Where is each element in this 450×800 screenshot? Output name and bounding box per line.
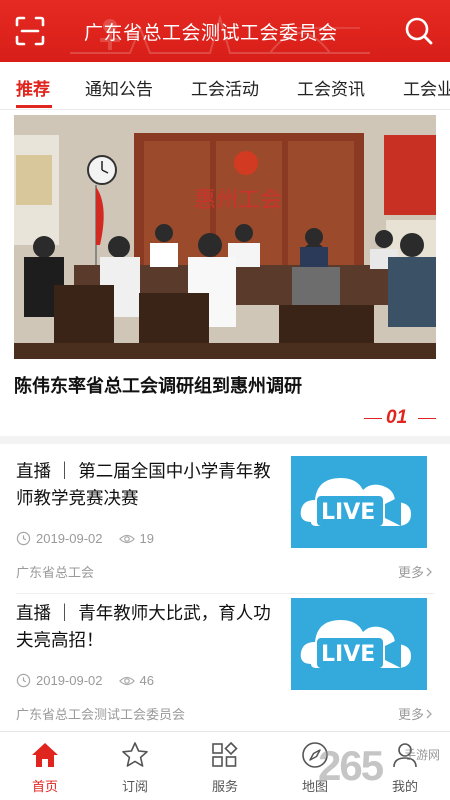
star-icon [122,742,148,767]
more-label: 更多 [397,707,424,722]
nav-map[interactable]: 地图 [270,732,360,800]
category-tabs: 推荐 通知公告 工会活动 工会资讯 工会业 [0,62,450,110]
nav-service-label: 服务 [211,779,238,794]
live-cloud-icon: LIVE [291,456,427,548]
user-icon [393,743,417,768]
header-title: 广东省总工会测试工会委员会 [84,23,338,44]
eye-icon [118,534,135,543]
index-line-right [418,418,436,419]
news-thumbnail[interactable]: LIVE [291,598,427,690]
more-link[interactable]: 更多 [398,562,434,581]
tab-business[interactable]: 工会业 [403,75,450,100]
more-label: 更多 [397,565,424,580]
news-item[interactable]: 直播 ｜ 第二届全国中小学青年教师教学竞赛决赛 LIVE 2019-09-02 … [0,444,450,594]
news-views: 19 [118,531,154,546]
grid-icon [212,741,238,767]
home-icon [32,743,58,767]
news-meta: 2019-09-02 46 [16,673,154,688]
clock-icon [16,673,31,688]
news-source: 广东省总工会 [16,565,95,580]
tab-news[interactable]: 工会资讯 [297,75,365,100]
live-label: LIVE [321,500,375,525]
chevron-right-icon [426,567,432,576]
section-separator [0,436,450,444]
bottom-navigation: 首页 订阅 服务 地图 我的 [0,731,450,800]
hero-title[interactable]: 陈伟东率省总工会调研组到惠州调研 [14,372,302,398]
news-title[interactable]: 直播 ｜ 青年教师大比武，育人功夫亮高招！ [16,600,288,654]
news-views-count: 19 [139,531,154,546]
live-label: LIVE [321,642,375,667]
app-header: 广东省总工会测试工会委员会 [0,0,450,62]
clock-icon [16,531,31,546]
search-button[interactable] [404,16,434,46]
tab-active-indicator [16,105,52,108]
scan-icon [15,16,45,46]
nav-service[interactable]: 服务 [180,732,270,800]
news-date: 2019-09-02 [36,531,103,546]
eye-icon [118,676,135,685]
hero-index-number: 01 [386,407,408,428]
news-item[interactable]: 直播 ｜ 青年教师大比武，育人功夫亮高招！ LIVE 2019-09-02 46… [0,586,450,736]
hero-index-indicator: 01 [364,405,436,431]
index-line-left [364,418,382,419]
more-link[interactable]: 更多 [398,704,434,723]
nav-home-label: 首页 [31,779,58,794]
news-views: 46 [118,673,154,688]
hero-banner-image[interactable]: 惠州工会 [14,115,436,359]
news-title[interactable]: 直播 ｜ 第二届全国中小学青年教师教学竞赛决赛 [16,458,288,512]
tab-recommend[interactable]: 推荐 [16,75,50,100]
tab-notices[interactable]: 通知公告 [85,75,153,100]
news-thumbnail[interactable]: LIVE [291,456,427,548]
search-icon [405,17,433,45]
scan-button[interactable] [14,15,46,47]
wall-sign-text: 惠州工会 [194,188,282,213]
nav-subscribe[interactable]: 订阅 [90,732,180,800]
news-views-count: 46 [139,673,154,688]
nav-home[interactable]: 首页 [0,732,90,800]
nav-subscribe-label: 订阅 [121,779,148,794]
news-meta: 2019-09-02 19 [16,531,154,546]
meeting-photo: 惠州工会 [14,115,436,359]
nav-mine-label: 我的 [391,779,418,794]
news-source: 广东省总工会测试工会委员会 [16,707,186,722]
live-cloud-icon: LIVE [291,598,427,690]
nav-map-label: 地图 [301,779,328,794]
news-date: 2019-09-02 [36,673,103,688]
compass-icon [302,742,328,768]
chevron-right-icon [426,709,432,718]
tab-activities[interactable]: 工会活动 [191,75,259,100]
nav-mine[interactable]: 我的 [360,732,450,800]
